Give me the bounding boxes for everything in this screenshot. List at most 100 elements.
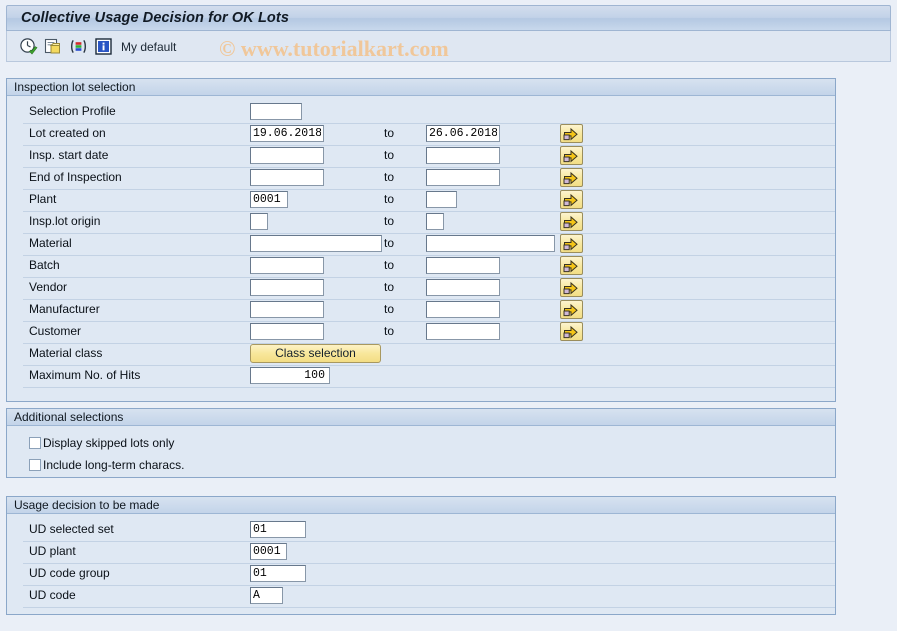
field-label: End of Inspection xyxy=(29,170,122,184)
form-row: Vendor to xyxy=(7,277,835,299)
my-default-label[interactable]: My default xyxy=(121,40,176,54)
field-label: Customer xyxy=(29,324,82,338)
field-input-from[interactable] xyxy=(250,169,324,186)
inspection-lot-selection-panel: Inspection lot selection Selection Profi… xyxy=(6,78,836,402)
field-label: Manufacturer xyxy=(29,302,100,316)
multiple-selection-button[interactable] xyxy=(560,212,583,231)
to-label: to xyxy=(384,192,395,206)
form-row: Lot created on to xyxy=(7,123,835,145)
checkbox-label: Include long-term characs. xyxy=(43,458,185,472)
field-input-from[interactable] xyxy=(250,301,324,318)
form-row: Customer to xyxy=(7,321,835,343)
section-title: Usage decision to be made xyxy=(14,498,160,512)
field-label: Batch xyxy=(29,258,60,272)
field-input-from[interactable] xyxy=(250,191,288,208)
field-input-to[interactable] xyxy=(426,279,500,296)
usage-decision-header: Usage decision to be made xyxy=(7,497,835,514)
multiple-selection-button[interactable] xyxy=(560,234,583,253)
to-label: to xyxy=(384,258,395,272)
field-input-to[interactable] xyxy=(426,235,555,252)
watermark-text: © www.tutorialkart.com xyxy=(219,36,449,61)
to-label: to xyxy=(384,280,395,294)
toolbar: My default © www.tutorialkart.com xyxy=(6,31,891,62)
field-label: Lot created on xyxy=(29,126,106,140)
field-label: Maximum No. of Hits xyxy=(29,368,141,382)
field-input-to[interactable] xyxy=(426,169,500,186)
to-label: to xyxy=(384,324,395,338)
form-row: End of Inspection to xyxy=(7,167,835,189)
field-input-to[interactable] xyxy=(426,301,500,318)
field-label: UD code xyxy=(29,588,76,602)
to-label: to xyxy=(384,302,395,316)
to-label: to xyxy=(384,126,395,140)
form-row: UD selected set xyxy=(7,519,835,541)
field-label: Material xyxy=(29,236,72,250)
multiple-selection-button[interactable] xyxy=(560,168,583,187)
form-row: UD code group xyxy=(7,563,835,585)
field-input[interactable] xyxy=(250,543,287,560)
inspection-lot-selection-header: Inspection lot selection xyxy=(7,79,835,96)
maximum-hits-input[interactable] xyxy=(250,367,330,384)
field-input-to[interactable] xyxy=(426,191,457,208)
field-label: UD plant xyxy=(29,544,76,558)
checkbox-include-long-term-characs[interactable] xyxy=(29,459,41,471)
field-input-from[interactable] xyxy=(250,103,302,120)
field-input-from[interactable] xyxy=(250,257,324,274)
field-input[interactable] xyxy=(250,565,306,582)
form-row: Material class Class selection xyxy=(7,343,835,365)
execute-clock-icon[interactable] xyxy=(19,37,38,56)
field-input-to[interactable] xyxy=(426,213,444,230)
field-input[interactable] xyxy=(250,587,283,604)
to-label: to xyxy=(384,214,395,228)
to-label: to xyxy=(384,170,395,184)
checkbox-row: Include long-term characs. xyxy=(29,457,429,477)
field-input-from[interactable] xyxy=(250,147,324,164)
field-label: Insp. start date xyxy=(29,148,109,162)
field-input-to[interactable] xyxy=(426,147,500,164)
field-input-to[interactable] xyxy=(426,257,500,274)
form-row: Batch to xyxy=(7,255,835,277)
field-label: Selection Profile xyxy=(29,104,116,118)
field-input-from[interactable] xyxy=(250,235,382,252)
field-label: Vendor xyxy=(29,280,68,294)
row-separator xyxy=(23,607,835,608)
form-row: Manufacturer to xyxy=(7,299,835,321)
field-input-to[interactable] xyxy=(426,323,500,340)
section-title: Additional selections xyxy=(14,410,124,424)
window-title-bar: Collective Usage Decision for OK Lots xyxy=(6,5,891,31)
field-input-from[interactable] xyxy=(250,279,324,296)
multiple-selection-button[interactable] xyxy=(560,256,583,275)
checkbox-display-skipped-lots-only[interactable] xyxy=(29,437,41,449)
field-label: Insp.lot origin xyxy=(29,214,101,228)
multiple-selection-button[interactable] xyxy=(560,322,583,341)
multiple-selection-button[interactable] xyxy=(560,124,583,143)
field-input-to[interactable] xyxy=(426,125,500,142)
color-bars-icon[interactable] xyxy=(69,37,88,56)
multiple-selection-button[interactable] xyxy=(560,190,583,209)
page-title: Collective Usage Decision for OK Lots xyxy=(21,10,289,26)
checkbox-row: Display skipped lots only xyxy=(29,435,429,455)
multiple-selection-button[interactable] xyxy=(560,278,583,297)
field-input[interactable] xyxy=(250,521,306,538)
multiple-selection-button[interactable] xyxy=(560,146,583,165)
form-row: Material to xyxy=(7,233,835,255)
form-row: Insp.lot origin to xyxy=(7,211,835,233)
field-input-from[interactable] xyxy=(250,323,324,340)
field-input-from[interactable] xyxy=(250,125,324,142)
checkbox-label: Display skipped lots only xyxy=(43,436,175,450)
copy-document-icon[interactable] xyxy=(44,37,63,56)
additional-selections-header: Additional selections xyxy=(7,409,835,426)
field-label: Material class xyxy=(29,346,103,360)
form-row: UD code xyxy=(7,585,835,607)
multiple-selection-button[interactable] xyxy=(560,300,583,319)
field-label: Plant xyxy=(29,192,57,206)
form-row: Plant to xyxy=(7,189,835,211)
info-icon[interactable] xyxy=(94,37,113,56)
form-row: Maximum No. of Hits xyxy=(7,365,835,387)
row-separator xyxy=(23,387,835,388)
usage-decision-panel: Usage decision to be made UD selected se… xyxy=(6,496,836,615)
section-title: Inspection lot selection xyxy=(14,80,136,94)
field-label: UD selected set xyxy=(29,522,114,536)
class-selection-button[interactable]: Class selection xyxy=(250,344,381,363)
field-input-from[interactable] xyxy=(250,213,268,230)
